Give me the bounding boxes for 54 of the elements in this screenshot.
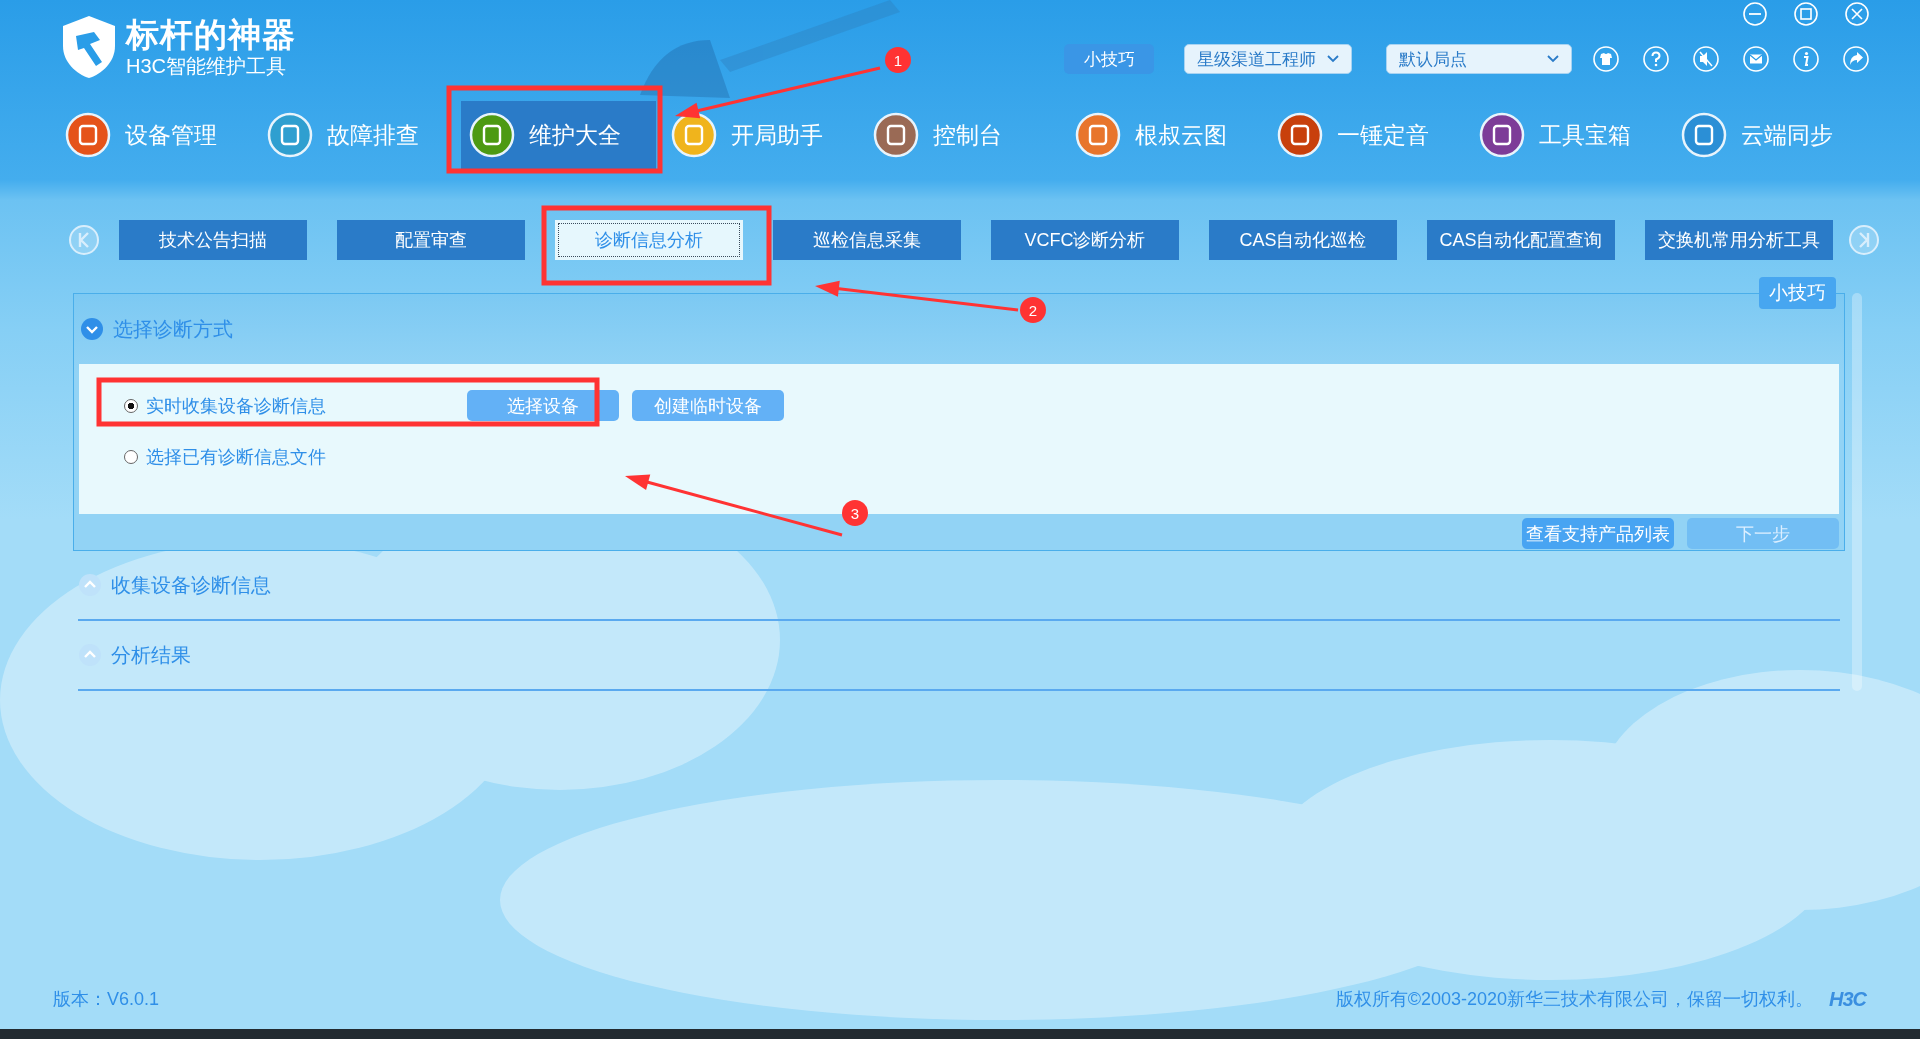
sub-tab[interactable]: 巡检信息采集 <box>773 220 961 260</box>
main-nav-item[interactable]: 根叔云图 <box>1067 101 1262 169</box>
close-icon[interactable] <box>1844 1 1870 27</box>
main-nav-item[interactable]: 控制台 <box>865 101 1060 169</box>
maximize-icon[interactable] <box>1793 1 1819 27</box>
radio-option[interactable]: 实时收集设备诊断信息 <box>124 393 454 418</box>
main-nav-item[interactable]: 设备管理 <box>57 101 252 169</box>
shirt-icon[interactable] <box>1592 45 1620 73</box>
sub-tab[interactable]: 技术公告扫描 <box>119 220 307 260</box>
section-title: 选择诊断方式 <box>113 316 233 342</box>
radio-button[interactable] <box>124 398 138 413</box>
chevron-down-icon <box>1327 55 1339 63</box>
collapse-icon[interactable] <box>80 317 104 341</box>
scroll-left-icon[interactable] <box>68 224 100 256</box>
site-dropdown[interactable]: 默认局点 <box>1386 44 1572 74</box>
app-subtitle: H3C智能维护工具 <box>126 54 287 78</box>
sub-tab[interactable]: CAS自动化巡检 <box>1209 220 1397 260</box>
sub-tab[interactable]: 交换机常用分析工具 <box>1645 220 1833 260</box>
sub-tab[interactable]: 诊断信息分析 <box>555 220 743 260</box>
brand-logo: H3C <box>1829 987 1866 1011</box>
shield-hammer-logo-icon <box>60 14 118 80</box>
mute-icon[interactable] <box>1692 45 1720 73</box>
radio-button[interactable] <box>124 449 138 464</box>
option-button[interactable]: 创建临时设备 <box>632 390 784 421</box>
scroll-right-icon[interactable] <box>1848 224 1880 256</box>
mail-icon[interactable] <box>1742 45 1770 73</box>
main-nav-item[interactable]: 一锤定音 <box>1269 101 1464 169</box>
option-button[interactable]: 选择设备 <box>467 390 619 421</box>
main-nav-item[interactable]: 故障排查 <box>259 101 454 169</box>
share-icon[interactable] <box>1842 45 1870 73</box>
main-nav-item[interactable]: 工具宝箱 <box>1471 101 1666 169</box>
version-label: 版本：V6.0.1 <box>53 988 160 1011</box>
scrollbar[interactable] <box>1852 293 1862 691</box>
chevron-down-icon <box>1547 55 1559 63</box>
collapsed-section[interactable]: 收集设备诊断信息 <box>78 551 1840 621</box>
tips-tag[interactable]: 小技巧 <box>1759 277 1836 309</box>
panel-button[interactable]: 查看支持产品列表 <box>1522 518 1674 549</box>
radio-option[interactable]: 选择已有诊断信息文件 <box>124 444 454 469</box>
help-icon[interactable] <box>1642 45 1670 73</box>
main-nav-item[interactable]: 开局助手 <box>663 101 858 169</box>
sub-tab[interactable]: 配置审查 <box>337 220 525 260</box>
minimize-icon[interactable] <box>1742 1 1768 27</box>
sub-tab[interactable]: CAS自动化配置查询 <box>1427 220 1615 260</box>
expand-icon[interactable] <box>78 573 102 597</box>
sub-tab[interactable]: VCFC诊断分析 <box>991 220 1179 260</box>
main-nav-item[interactable]: 云端同步 <box>1673 101 1868 169</box>
copyright-text: 版权所有©2003-2020新华三技术有限公司，保留一切权利。 <box>1335 988 1813 1011</box>
collapsed-section[interactable]: 分析结果 <box>78 621 1840 691</box>
tips-button[interactable]: 小技巧 <box>1064 44 1154 74</box>
info-icon[interactable] <box>1792 45 1820 73</box>
app-title: 标杆的神器 <box>126 16 296 54</box>
step-marker: 1 <box>885 47 911 73</box>
main-nav-item[interactable]: 维护大全 <box>461 101 656 169</box>
role-dropdown[interactable]: 星级渠道工程师 <box>1184 44 1352 74</box>
